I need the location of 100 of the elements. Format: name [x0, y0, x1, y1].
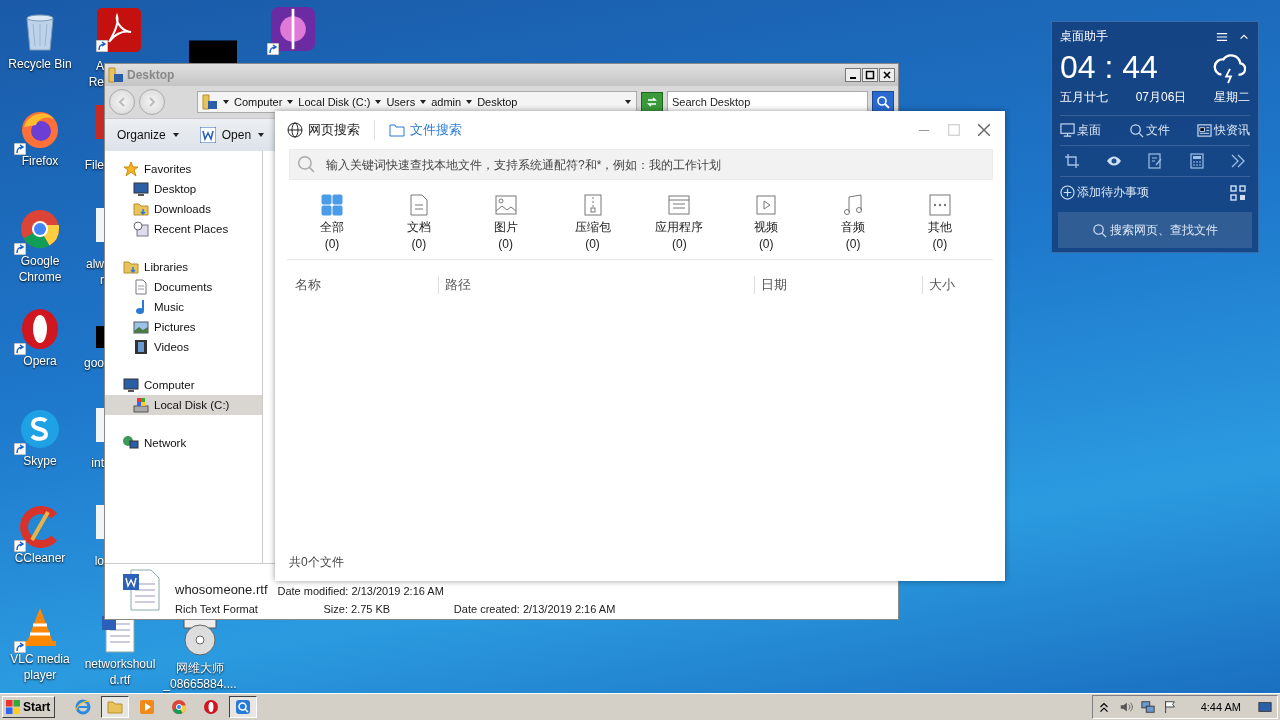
nav-item[interactable]: Documents [105, 277, 262, 297]
tab[interactable]: 文件搜索 [389, 119, 462, 141]
windows-logo-icon [5, 699, 21, 715]
nav-item[interactable]: Computer [105, 375, 262, 395]
clock-time: 04 : 44 [1060, 49, 1158, 85]
icon-label[interactable]: Re [88, 74, 104, 90]
taskbar-button[interactable] [101, 696, 130, 718]
column-header[interactable]: 大小 [922, 276, 955, 294]
maximize-button[interactable] [862, 68, 878, 82]
icon-label[interactable]: alw [86, 256, 104, 272]
breadcrumb-link[interactable]: Desktop [477, 96, 518, 108]
monitor-icon [133, 181, 149, 197]
search-button[interactable]: 搜索网页、查找文件 [1058, 212, 1252, 248]
search-button[interactable] [872, 91, 894, 113]
file-count: 共0个文件 [289, 555, 344, 569]
icon-label[interactable]: r [100, 272, 104, 288]
nav-item[interactable]: Videos [105, 337, 262, 357]
caret-icon[interactable] [419, 98, 428, 106]
show-desktop-icon[interactable] [1257, 700, 1273, 714]
folder-icon [108, 67, 124, 83]
minimize-button[interactable] [845, 68, 861, 82]
category-button[interactable]: 其他 (0) [904, 194, 975, 251]
icon-label[interactable]: lo [94, 553, 104, 569]
qr-code-icon[interactable] [1230, 184, 1246, 201]
icon-label[interactable]: Opera [23, 353, 57, 369]
category-button[interactable]: 文档 (0) [383, 194, 454, 251]
category-button[interactable]: 应用程序 (0) [644, 194, 715, 251]
nav-item[interactable]: Pictures [105, 317, 262, 337]
folder-icon [202, 94, 218, 110]
menu-icon[interactable] [1216, 30, 1228, 43]
icon-label[interactable]: Google [20, 253, 60, 269]
volume-icon[interactable] [1118, 700, 1133, 714]
open-button[interactable]: Open [193, 125, 272, 145]
crop-icon[interactable] [1064, 153, 1080, 169]
category-button[interactable]: 压缩包 (0) [557, 194, 628, 251]
category-button[interactable]: 全部 (0) [297, 194, 367, 251]
nav-item[interactable]: Downloads [105, 199, 262, 219]
category-button[interactable]: 视频 (0) [731, 194, 802, 251]
column-header[interactable]: 日期 [754, 276, 922, 294]
icon-sliver [96, 326, 104, 348]
breadcrumb-link[interactable]: Computer [234, 96, 283, 108]
search-app-icon [235, 699, 252, 715]
flag-icon[interactable] [1162, 700, 1177, 714]
nav-item[interactable]: Local Disk (C:) [105, 395, 262, 415]
file-size: Size: 2.75 KB [322, 603, 392, 615]
nav-item[interactable]: Libraries [105, 257, 262, 277]
calculator-icon[interactable] [1188, 153, 1205, 169]
search-icon [1128, 123, 1144, 138]
network-icon[interactable] [1140, 700, 1155, 714]
address-bar[interactable]: Computer Local Disk (C:) Users admin Desktop [197, 91, 637, 113]
column-header[interactable]: 路径 [438, 276, 754, 294]
search-field[interactable]: Search Desktop [667, 91, 868, 113]
add-todo-button[interactable]: 添加待办事项 [1060, 184, 1149, 201]
icon-label[interactable]: Chrome [18, 269, 62, 285]
nav-item[interactable]: Desktop [105, 179, 262, 199]
icon-label[interactable]: CCleaner [14, 550, 66, 566]
nav-item[interactable]: Network [105, 433, 262, 453]
icon-label[interactable]: goo [83, 355, 104, 371]
widget-link[interactable]: 快资讯 [1197, 122, 1250, 139]
file-type: Rich Text Format [175, 603, 259, 615]
icon-label[interactable]: Firefox [21, 153, 59, 169]
clock[interactable]: 4:44 AM [1200, 701, 1241, 713]
date-modified: Date modified: 2/13/2019 2:16 AM [277, 585, 444, 597]
maximize-icon [947, 123, 961, 137]
nav-item[interactable]: Favorites [105, 159, 262, 179]
caret-icon[interactable] [222, 98, 230, 106]
close-button[interactable] [879, 68, 895, 82]
widget-link[interactable]: 桌面 [1060, 122, 1101, 139]
icon-label[interactable]: File [84, 157, 104, 173]
category-button[interactable]: 图片 (0) [470, 194, 541, 251]
breadcrumb-link[interactable]: Users [386, 96, 416, 108]
start-button[interactable]: Start [2, 696, 56, 718]
search-icon [876, 95, 890, 109]
tab[interactable]: 网页搜索 [287, 119, 360, 141]
globe-icon [287, 122, 303, 138]
caret-icon[interactable] [465, 98, 474, 106]
taskbar-button[interactable] [229, 696, 258, 718]
nav-item[interactable]: Recent Places [105, 219, 262, 239]
icon-label[interactable]: A [96, 58, 104, 74]
opera-icon [203, 699, 220, 715]
play-icon [755, 194, 778, 216]
widget-link[interactable]: 文件 [1128, 122, 1170, 139]
chevrons-icon[interactable] [1230, 153, 1246, 169]
dropdown-icon[interactable] [624, 98, 632, 106]
note-icon[interactable] [1147, 153, 1163, 169]
breadcrumb-link[interactable]: admin [431, 96, 462, 108]
breadcrumb-link[interactable]: Local Disk (C:) [298, 96, 371, 108]
column-header[interactable]: 名称 [287, 276, 438, 294]
thumbnail-icon [189, 40, 237, 64]
icon-label[interactable]: Skype [23, 453, 57, 469]
caret-icon[interactable] [374, 98, 383, 106]
category-button[interactable]: 音频 (0) [818, 194, 889, 251]
organize-button[interactable]: Organize [111, 126, 186, 144]
nav-item[interactable]: Music [105, 297, 262, 317]
icon-label[interactable]: Recycle Bin [8, 56, 72, 72]
refresh-button[interactable] [641, 92, 663, 112]
film-icon [133, 339, 149, 355]
icon-label[interactable]: int [91, 455, 104, 471]
news-icon [1197, 123, 1212, 138]
caret-icon[interactable] [286, 98, 295, 106]
